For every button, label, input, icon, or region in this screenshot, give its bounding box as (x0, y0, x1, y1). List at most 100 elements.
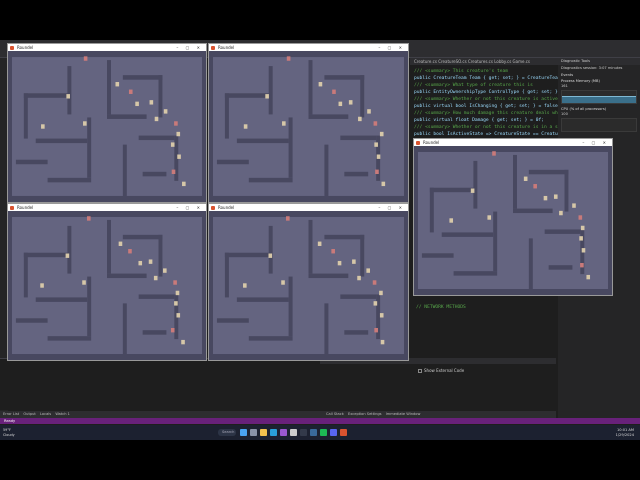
visual-studio-icon[interactable] (280, 429, 287, 436)
creature-sprite (338, 101, 343, 107)
maze-wall (544, 229, 581, 234)
game-app-icon[interactable] (340, 429, 347, 436)
creature-sprite (118, 241, 123, 246)
game-map[interactable] (414, 146, 612, 295)
tab-exception-settings[interactable]: Exception Settings (348, 412, 382, 416)
maze-wall (248, 336, 293, 341)
window-controls[interactable]: – ▢ ✕ (378, 204, 405, 211)
maze-wall (308, 114, 349, 119)
maze-wall (441, 232, 494, 237)
file-explorer-icon[interactable] (260, 429, 267, 436)
tab-call-stack[interactable]: Call Stack (326, 412, 344, 416)
maze-wall (8, 354, 206, 360)
creature-sprite (163, 268, 167, 273)
spotify-icon[interactable] (320, 429, 327, 436)
creature-sprite (376, 154, 381, 159)
game-window-3[interactable]: Roundel – ▢ ✕ (7, 203, 207, 361)
game-map[interactable] (209, 51, 408, 202)
window-controls[interactable]: – ▢ ✕ (176, 204, 203, 211)
code-comment-line[interactable]: /// <summary> Whether or not this creatu… (414, 97, 580, 102)
tab-watch[interactable]: Watch 1 (55, 412, 70, 416)
creature-sprite (286, 216, 290, 221)
maze-wall (344, 171, 369, 177)
maze-wall (473, 160, 478, 209)
terminal-icon[interactable] (300, 429, 307, 436)
game-viewport[interactable] (209, 211, 408, 360)
game-map[interactable] (8, 211, 206, 360)
unity-icon[interactable] (290, 429, 297, 436)
game-window-titlebar[interactable]: Roundel – ▢ ✕ (209, 204, 408, 211)
tab-locals[interactable]: Locals (40, 412, 51, 416)
maze-wall (414, 146, 418, 295)
window-controls[interactable]: – ▢ ✕ (582, 139, 609, 146)
code-line[interactable]: public bool IsActiveState => CreatureSta… (414, 132, 580, 137)
game-window-title: Roundel (218, 205, 235, 210)
game-window-titlebar[interactable]: Roundel – ▢ ✕ (209, 44, 408, 51)
code-comment-line[interactable]: /// <summary> This creature's team (414, 69, 508, 74)
maze-wall (8, 211, 12, 360)
maze-wall (122, 75, 163, 80)
maze-wall (324, 303, 329, 355)
maze-wall (47, 336, 92, 341)
maze-wall (8, 195, 206, 202)
maze-wall (453, 271, 498, 276)
code-comment-line[interactable]: /// <summary> Whether or not this creatu… (414, 125, 580, 130)
code-comment-line[interactable]: /// <summary> What type of creature this… (414, 83, 533, 88)
window-controls[interactable]: – ▢ ✕ (176, 44, 203, 51)
system-clock[interactable]: 10:01 AM 1/29/2024 (616, 428, 634, 437)
game-map[interactable] (209, 211, 408, 360)
creature-sprite (581, 248, 586, 253)
code-line[interactable]: public virtual bool IsChanging { get; se… (414, 104, 561, 109)
maze-wall (107, 219, 111, 274)
code-comment-line[interactable]: /// <summary> How much damage this creat… (414, 111, 580, 116)
creature-sprite (176, 313, 181, 318)
discord-icon[interactable] (330, 429, 337, 436)
weather-widget[interactable]: 59°F Cloudy (3, 428, 15, 437)
game-window-1[interactable]: Roundel – ▢ ✕ (7, 43, 207, 203)
maze-wall (429, 187, 434, 233)
taskbar-search[interactable]: Search (218, 429, 236, 436)
code-line[interactable]: public virtual float Damage { get; set; … (414, 118, 544, 123)
game-map[interactable] (8, 51, 206, 202)
game-viewport[interactable] (8, 211, 206, 360)
creature-sprite (379, 290, 383, 296)
creature-sprite (580, 225, 585, 231)
creature-sprite (586, 274, 591, 280)
game-window-titlebar[interactable]: Roundel – ▢ ✕ (8, 204, 206, 211)
edge-icon[interactable] (270, 429, 277, 436)
game-window-5[interactable]: Roundel – ▢ ✕ (413, 138, 613, 296)
creature-sprite (86, 216, 91, 221)
ide-document-tabs[interactable]: Creature.cs CreatureSO.cs Creatures.cs L… (410, 58, 560, 65)
maze-wall (209, 195, 408, 202)
memory-graph (561, 90, 637, 104)
maze-wall (23, 93, 28, 139)
clock-date: 1/29/2024 (615, 432, 634, 437)
tab-error-list[interactable]: Error List (3, 412, 19, 416)
maze-wall (8, 51, 12, 202)
maze-wall (87, 276, 92, 337)
game-viewport[interactable] (414, 146, 612, 295)
task-view-icon[interactable] (250, 429, 257, 436)
creature-sprite (348, 100, 353, 105)
window-controls[interactable]: – ▢ ✕ (378, 44, 405, 51)
game-viewport[interactable] (209, 51, 408, 202)
maze-wall (209, 51, 408, 58)
maze-wall (308, 219, 313, 274)
tab-immediate-window[interactable]: Immediate Window (386, 412, 421, 416)
maze-wall (340, 294, 377, 299)
game-window-4[interactable]: Roundel – ▢ ✕ (208, 203, 409, 361)
maze-wall (209, 211, 408, 217)
game-window-2[interactable]: Roundel – ▢ ✕ (208, 43, 409, 203)
creature-sprite (268, 253, 273, 258)
tab-output[interactable]: Output (23, 412, 35, 416)
start-icon[interactable] (240, 429, 247, 436)
game-viewport[interactable] (8, 51, 206, 202)
creature-sprite (286, 56, 291, 61)
game-window-titlebar[interactable]: Roundel – ▢ ✕ (8, 44, 206, 51)
creature-sprite (182, 181, 186, 187)
show-external-code-option[interactable]: Show External Code (418, 368, 464, 373)
maze-wall (608, 146, 612, 295)
game-window-titlebar[interactable]: Roundel – ▢ ✕ (414, 139, 612, 146)
checkbox-icon[interactable] (418, 369, 422, 373)
steam-icon[interactable] (310, 429, 317, 436)
